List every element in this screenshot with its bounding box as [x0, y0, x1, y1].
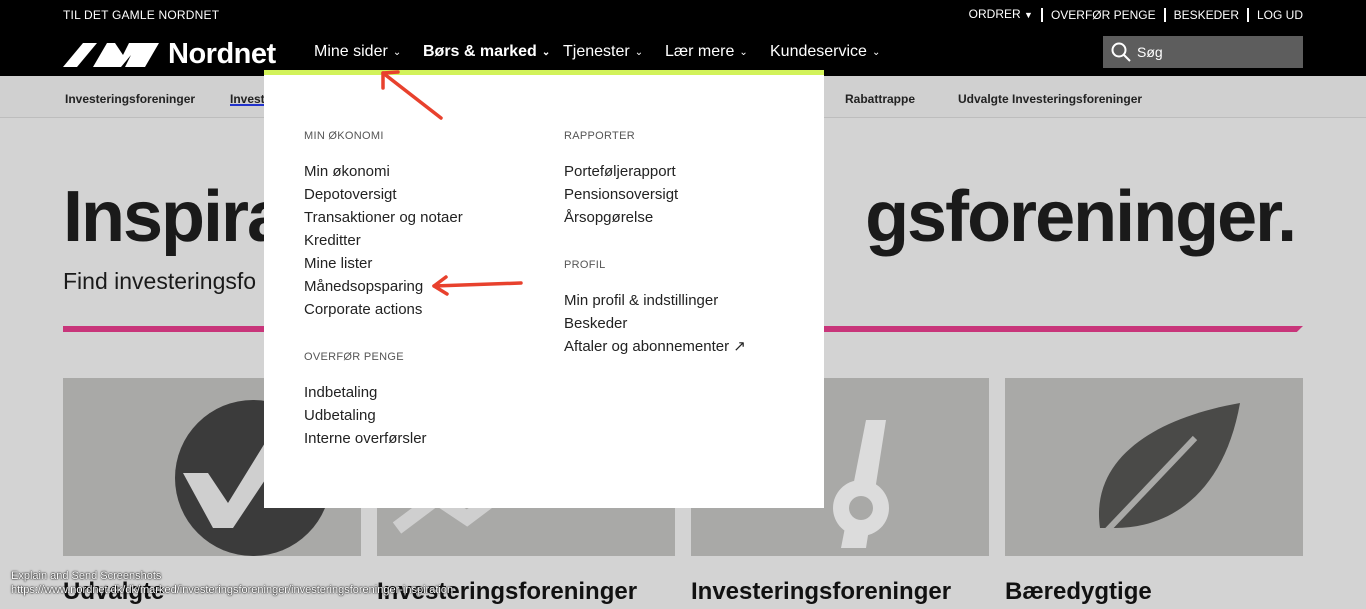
nav-label: Mine sider: [314, 43, 388, 60]
orders-menu[interactable]: ORDRER ▼: [961, 7, 1041, 22]
card-baeredygtige[interactable]: [1005, 378, 1303, 556]
status-url: https://www.nordnet.dk/dk/marked/investe…: [11, 584, 454, 596]
orders-label: ORDRER: [968, 7, 1021, 21]
chevron-down-icon: ⌄: [541, 46, 551, 58]
menu-item-label: Aftaler og abonnementer: [564, 338, 730, 355]
section-title: PROFIL: [564, 259, 606, 271]
section-title: MIN ØKONOMI: [304, 130, 384, 142]
nav-bors-marked[interactable]: Børs & marked ⌄: [423, 43, 550, 61]
menu-item-aftaler[interactable]: Aftaler og abonnementer ↗: [564, 335, 746, 358]
nordnet-logo[interactable]: Nordnet: [63, 38, 276, 71]
nav-laer-mere[interactable]: Lær mere ⌄: [665, 43, 748, 61]
group-overfor-penge: OVERFØR PENGE Indbetaling Udbetaling Int…: [304, 351, 463, 450]
utility-bar: TIL DET GAMLE NORDNET ORDRER ▼ OVERFØR P…: [0, 0, 1366, 28]
leaf-icon: [1097, 403, 1240, 541]
nav-tjenester[interactable]: Tjenester ⌄: [563, 43, 643, 61]
group-profil: PROFIL Min profil & indstillinger Besked…: [564, 259, 746, 358]
section-title: RAPPORTER: [564, 130, 635, 142]
search-placeholder: Søg: [1137, 44, 1163, 60]
old-site-link[interactable]: TIL DET GAMLE NORDNET: [63, 8, 219, 22]
hero-title-right: gsforeninger.: [865, 177, 1297, 257]
group-rapporter: RAPPORTER Porteføljerapport Pensionsover…: [564, 130, 746, 229]
subnav-item-rabattrappe[interactable]: Rabattrappe: [845, 92, 915, 106]
hero-subtitle: Find investeringsfo: [63, 268, 257, 294]
nav-label: Børs & marked: [423, 43, 537, 60]
nav-label: Lær mere: [665, 43, 735, 60]
dropdown-column-right: RAPPORTER Porteføljerapport Pensionsover…: [564, 130, 746, 358]
search-input[interactable]: Søg: [1103, 36, 1303, 68]
card-title-investeringsforeninger-2: Investeringsforeninger: [691, 578, 952, 605]
chevron-down-icon: ⌄: [392, 46, 402, 58]
subnav-item-active[interactable]: Invest: [230, 92, 265, 106]
search-icon: [1111, 42, 1131, 62]
menu-item-arsopgorelse[interactable]: Årsopgørelse: [564, 206, 746, 229]
menu-item-min-profil[interactable]: Min profil & indstillinger: [564, 289, 746, 312]
brand-wordmark: Nordnet: [168, 38, 276, 70]
menu-item-pensionsoversigt[interactable]: Pensionsoversigt: [564, 183, 746, 206]
group-min-okonomi: MIN ØKONOMI Min økonomi Depotoversigt Tr…: [304, 130, 463, 321]
menu-item-corporate-actions[interactable]: Corporate actions: [304, 298, 463, 321]
menu-item-interne-overforsler[interactable]: Interne overførsler: [304, 427, 463, 450]
card-title-baeredygtige: Bæredygtige: [1005, 578, 1152, 605]
nav-mine-sider[interactable]: Mine sider ⌄: [314, 43, 401, 61]
menu-item-indbetaling[interactable]: Indbetaling: [304, 381, 463, 404]
menu-item-transaktioner[interactable]: Transaktioner og notaer: [304, 206, 463, 229]
menu-item-manedsopsparing[interactable]: Månedsopsparing: [304, 275, 463, 298]
chevron-down-icon: ⌄: [634, 46, 644, 58]
menu-item-porteföljerapport[interactable]: Porteføljerapport: [564, 160, 746, 183]
menu-item-kreditter[interactable]: Kreditter: [304, 229, 463, 252]
menu-item-min-okonomi[interactable]: Min økonomi: [304, 160, 463, 183]
nav-label: Tjenester: [563, 43, 630, 60]
logout-link[interactable]: LOG UD: [1249, 8, 1303, 22]
mine-sider-dropdown: MIN ØKONOMI Min økonomi Depotoversigt Tr…: [264, 75, 824, 508]
menu-item-depotoversigt[interactable]: Depotoversigt: [304, 183, 463, 206]
chevron-down-icon: ▼: [1024, 10, 1033, 20]
nav-label: Kundeservice: [770, 43, 867, 60]
status-overlay: Explain and Send Screenshots https://www…: [11, 569, 453, 597]
menu-item-mine-lister[interactable]: Mine lister: [304, 252, 463, 275]
chevron-down-icon: ⌄: [871, 46, 881, 58]
subnav-item-udvalgte[interactable]: Udvalgte Investeringsforeninger: [958, 92, 1142, 106]
external-link-icon: ↗: [733, 338, 746, 355]
main-nav: Nordnet Mine sider ⌄ Børs & marked ⌄ Tjene…: [0, 28, 1366, 76]
dropdown-column-left: MIN ØKONOMI Min økonomi Depotoversigt Tr…: [304, 130, 463, 450]
messages-link[interactable]: BESKEDER: [1166, 8, 1247, 22]
hero-title-left: Inspira: [63, 177, 287, 257]
subnav-item-investeringsforeninger[interactable]: Investeringsforeninger: [65, 92, 195, 106]
menu-item-udbetaling[interactable]: Udbetaling: [304, 404, 463, 427]
nordnet-mark-icon: [63, 42, 159, 67]
transfer-money-link[interactable]: OVERFØR PENGE: [1043, 8, 1164, 22]
extension-label: Explain and Send Screenshots: [11, 570, 162, 582]
section-title: OVERFØR PENGE: [304, 351, 404, 363]
menu-item-beskeder[interactable]: Beskeder: [564, 312, 746, 335]
nav-kundeservice[interactable]: Kundeservice ⌄: [770, 43, 880, 61]
utility-links: ORDRER ▼ OVERFØR PENGE BESKEDER LOG UD: [961, 7, 1303, 22]
chevron-down-icon: ⌄: [739, 46, 748, 58]
